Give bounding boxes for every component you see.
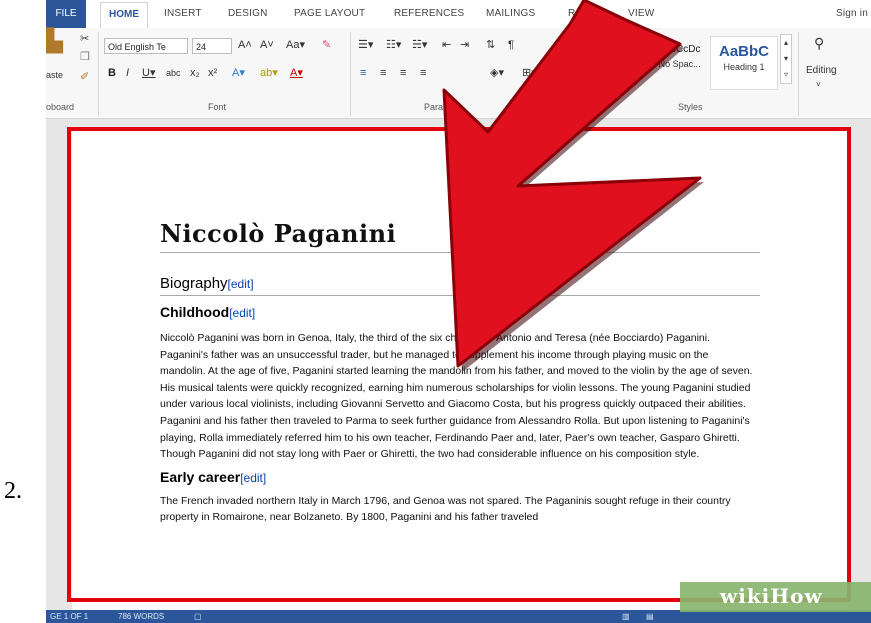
pointer-arrow-icon — [442, 0, 704, 372]
watermark-text: wikiHow — [720, 584, 823, 608]
watermark: wikiHow — [680, 582, 871, 612]
arrow-shape — [442, 0, 702, 368]
tutorial-image: 2. FILE HOME INSERT DESIGN PAGE LAYOUT R… — [0, 0, 871, 623]
